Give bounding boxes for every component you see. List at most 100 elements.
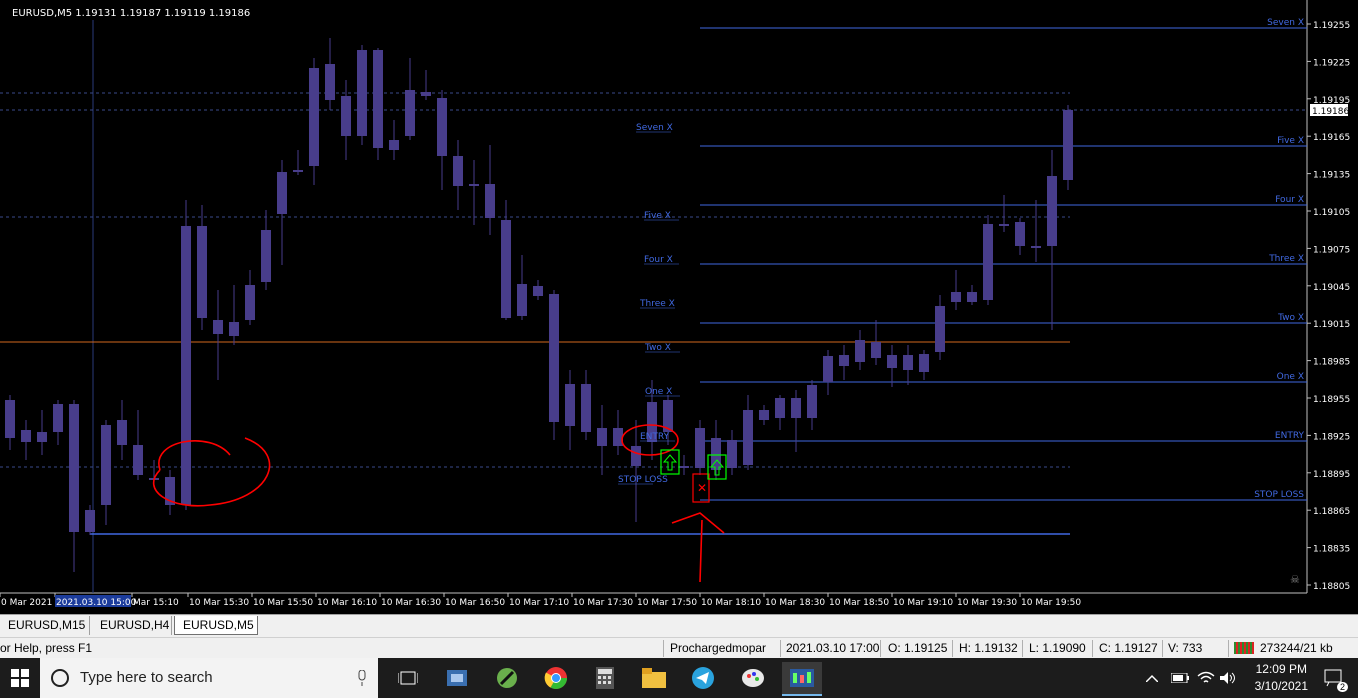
- paint-icon[interactable]: [733, 662, 773, 694]
- status-close: C: 1.19127: [1099, 641, 1158, 655]
- level-label-right: ENTRY: [1275, 431, 1305, 441]
- chart-tabs: EURUSD,M15 EURUSD,H4 EURUSD,M5: [0, 614, 1358, 637]
- time-tick-label: 10 Mar 17:50: [637, 598, 697, 608]
- tab-eurusd-h4[interactable]: EURUSD,H4: [92, 616, 172, 635]
- level-label-right: Five X: [1277, 136, 1304, 146]
- price-tick-label: 1.18835: [1313, 545, 1350, 555]
- chart-header: EURUSD,M5 1.19131 1.19187 1.19119 1.1918…: [12, 8, 250, 19]
- price-tick-label: 1.19045: [1313, 283, 1350, 293]
- telegram-icon[interactable]: [683, 662, 723, 694]
- connection-bars-icon: [1234, 642, 1254, 654]
- price-tick-label: 1.19075: [1313, 245, 1350, 255]
- windows-taskbar: Type here to search 12:09 PM 3/10/2021 2: [0, 658, 1358, 698]
- taskbar-search-box[interactable]: Type here to search: [40, 658, 378, 698]
- price-tick-label: 1.18955: [1313, 395, 1350, 405]
- level-label-right: Two X: [1277, 313, 1304, 323]
- price-tick-label: 1.19105: [1313, 208, 1350, 218]
- price-tick-label: 1.18805: [1313, 582, 1350, 592]
- time-tick-label: 2021.03.10 15:00: [56, 598, 137, 608]
- mt4-icon[interactable]: [782, 662, 822, 696]
- tab-eurusd-m15[interactable]: EURUSD,M15: [0, 616, 90, 635]
- system-clock[interactable]: 12:09 PM 3/10/2021: [1255, 661, 1308, 695]
- help-text: or Help, press F1: [0, 641, 93, 655]
- time-tick-label: Mar 15:10: [133, 598, 179, 608]
- task-view-icon[interactable]: [388, 662, 428, 694]
- profile-name: Prochargedmopar: [670, 641, 767, 655]
- price-tick-label: 1.19135: [1313, 171, 1350, 181]
- level-label-right: Three X: [1268, 254, 1304, 264]
- svg-text:✕: ✕: [697, 481, 707, 495]
- level-label-right: STOP LOSS: [1254, 490, 1304, 500]
- level-label-left: Four X: [644, 255, 673, 265]
- time-tick-label: 10 Mar 16:30: [381, 598, 441, 608]
- tab-label: EURUSD,M5: [183, 618, 254, 632]
- level-label-left: Three X: [639, 299, 675, 309]
- status-low: L: 1.19090: [1029, 641, 1086, 655]
- candle: [357, 45, 367, 145]
- level-label-right: Seven X: [1267, 18, 1304, 28]
- tab-label: EURUSD,H4: [100, 618, 170, 632]
- chrome-icon[interactable]: [536, 662, 576, 694]
- file-explorer-icon[interactable]: [634, 662, 674, 694]
- level-label-left: One X: [645, 387, 672, 397]
- microphone-icon[interactable]: [357, 670, 367, 686]
- time-tick-label: 10 Mar 19:10: [893, 598, 953, 608]
- price-tick-label: 1.19015: [1313, 320, 1350, 330]
- wifi-icon[interactable]: [1194, 662, 1218, 694]
- level-label-right: One X: [1277, 372, 1304, 382]
- tab-eurusd-m5[interactable]: EURUSD,M5: [174, 616, 258, 635]
- current-price-label: 1.19186: [1312, 107, 1349, 117]
- level-label-left: Five X: [644, 211, 671, 221]
- calculator-icon[interactable]: [585, 662, 625, 694]
- price-tick-label: 1.19225: [1313, 58, 1350, 68]
- candle: [695, 420, 705, 475]
- price-tick-label: 1.19255: [1313, 21, 1350, 31]
- chart-area[interactable]: Seven X Five X Four X Three X Two X One X ENTR…: [0, 0, 1358, 614]
- candle: [549, 290, 559, 440]
- level-label-left: STOP LOSS: [618, 475, 668, 485]
- level-label-left: ENTRY: [640, 432, 670, 442]
- notification-count-badge: 2: [1336, 682, 1348, 692]
- time-tick-label: 10 Mar 15:50: [253, 598, 313, 608]
- price-tick-label: 1.18865: [1313, 507, 1350, 517]
- time-tick-label: 10 Mar 18:10: [701, 598, 761, 608]
- cortana-circle-icon: [51, 669, 69, 687]
- level-label-left: Seven X: [636, 123, 673, 133]
- level-label-left: Two X: [644, 343, 671, 353]
- clock-date: 3/10/2021: [1254, 679, 1308, 693]
- show-hidden-icons-icon[interactable]: [1140, 662, 1164, 694]
- robot-icon: ☠: [1290, 573, 1300, 586]
- time-tick-label: 10 Mar 17:10: [509, 598, 569, 608]
- time-tick-label: 10 Mar 17:30: [573, 598, 633, 608]
- status-volume: V: 733: [1168, 641, 1203, 655]
- candle: [181, 200, 191, 510]
- status-open: O: 1.19125: [888, 641, 948, 655]
- candle: [309, 58, 319, 185]
- candle: [983, 215, 993, 305]
- status-datetime: 2021.03.10 17:00: [786, 641, 880, 655]
- app-icon-2[interactable]: [487, 662, 527, 694]
- price-tick-label: 1.18925: [1313, 432, 1350, 442]
- level-label-right: Four X: [1275, 195, 1304, 205]
- time-tick-label: 10 Mar 15:30: [189, 598, 249, 608]
- windows-start-icon[interactable]: [0, 662, 40, 694]
- time-tick-label: 10 Mar 18:50: [829, 598, 889, 608]
- price-chart[interactable]: Seven X Five X Four X Three X Two X One X ENTR…: [0, 0, 1358, 614]
- time-tick-label: 10 Mar 19:50: [1021, 598, 1081, 608]
- tab-label: EURUSD,M15: [8, 618, 86, 632]
- battery-icon[interactable]: [1168, 662, 1192, 694]
- status-high: H: 1.19132: [959, 641, 1018, 655]
- notification-center-icon[interactable]: 2: [1314, 662, 1354, 694]
- app-icon-1[interactable]: [437, 662, 477, 694]
- status-bar: or Help, press F1 Prochargedmopar 2021.0…: [0, 637, 1358, 659]
- traffic-status: 273244/21 kb: [1260, 641, 1333, 655]
- price-tick-label: 1.18985: [1313, 358, 1350, 368]
- price-tick-label: 1.19165: [1313, 133, 1350, 143]
- price-tick-label: 1.18895: [1313, 470, 1350, 480]
- clock-time: 12:09 PM: [1255, 662, 1307, 676]
- time-tick-label: 10 Mar 19:30: [957, 598, 1017, 608]
- volume-icon[interactable]: [1216, 662, 1240, 694]
- time-tick-label: 10 Mar 16:50: [445, 598, 505, 608]
- candle: [373, 48, 383, 160]
- candle: [1063, 105, 1073, 190]
